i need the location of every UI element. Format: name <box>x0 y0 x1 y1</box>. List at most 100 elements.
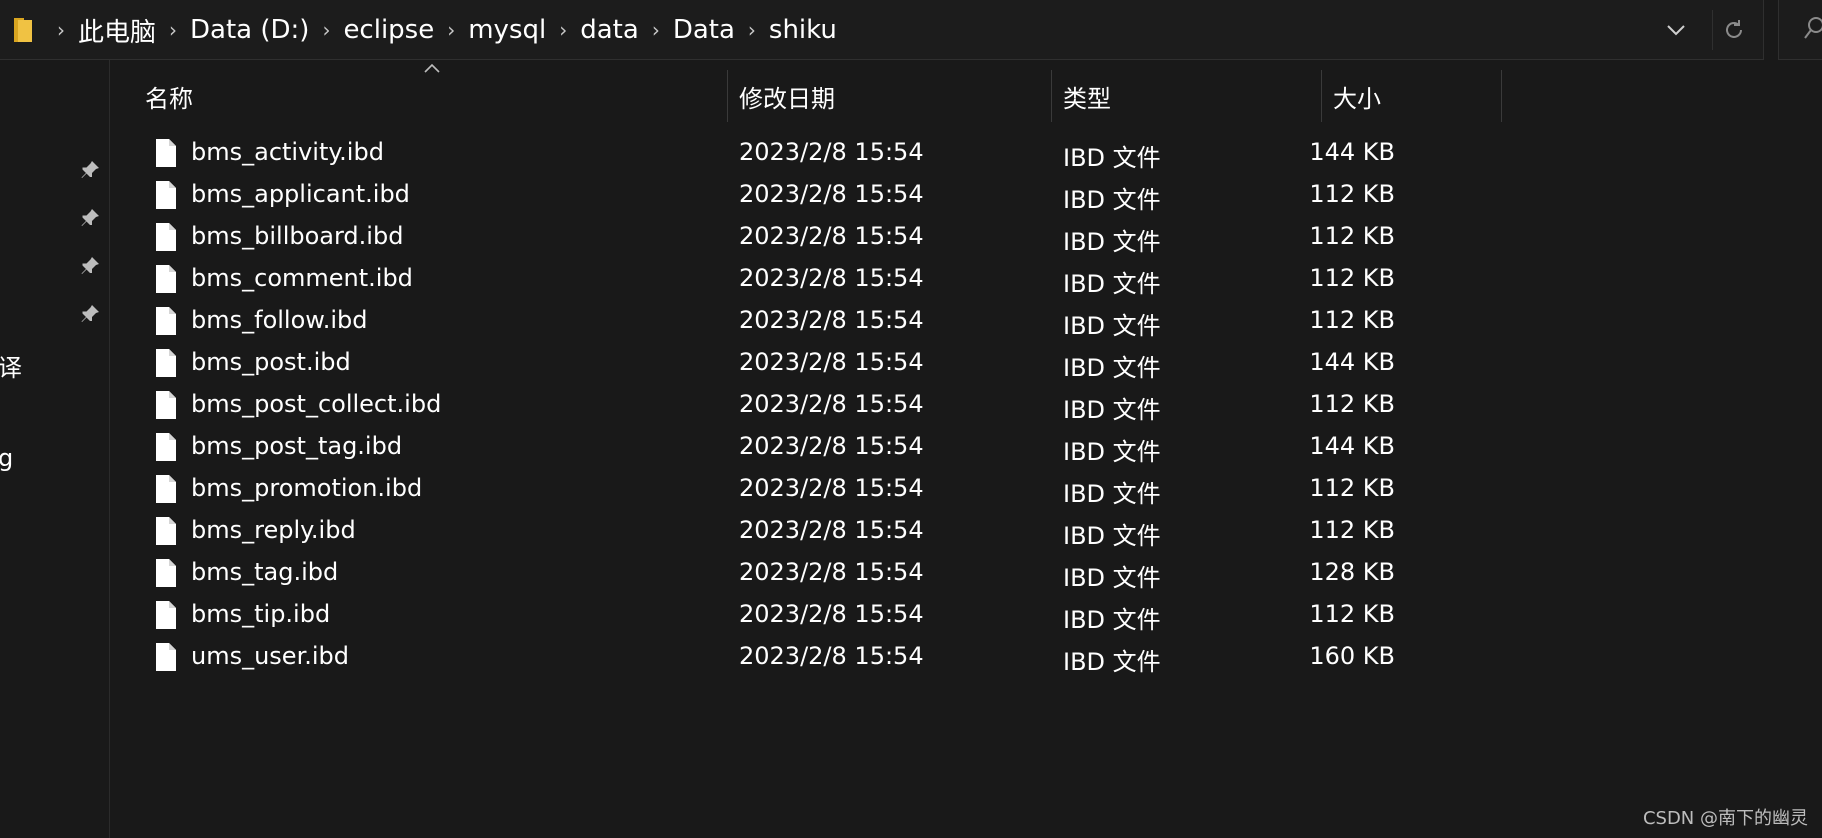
breadcrumb-item-drive-d[interactable]: Data (D:) <box>186 15 313 45</box>
nav-item-truncated-label[interactable]: g <box>0 444 13 472</box>
table-row[interactable]: bms_reply.ibd 2023/2/8 15:54 IBD 文件 112 … <box>111 510 1511 552</box>
file-modified-date: 2023/2/8 15:54 <box>739 390 924 418</box>
file-name[interactable]: ums_user.ibd <box>191 642 349 670</box>
nav-item-truncated-label[interactable]: 译 <box>0 348 22 383</box>
chevron-right-icon[interactable]: › <box>48 18 74 42</box>
chevron-right-icon[interactable]: › <box>160 18 186 42</box>
file-type: IBD 文件 <box>1063 438 1161 466</box>
file-icon <box>156 643 176 671</box>
table-row[interactable]: bms_comment.ibd 2023/2/8 15:54 IBD 文件 11… <box>111 258 1511 300</box>
column-header-name[interactable]: 名称 <box>133 70 727 122</box>
table-row[interactable]: bms_post.ibd 2023/2/8 15:54 IBD 文件 144 K… <box>111 342 1511 384</box>
search-box[interactable] <box>1778 0 1822 60</box>
folder-icon <box>14 18 32 42</box>
file-name[interactable]: bms_comment.ibd <box>191 264 413 292</box>
file-modified-date: 2023/2/8 15:54 <box>739 600 924 628</box>
breadcrumb-item-mysql[interactable]: mysql <box>464 15 550 45</box>
file-name[interactable]: bms_tip.ibd <box>191 600 330 628</box>
file-size: 144 KB <box>1309 348 1395 376</box>
file-type: IBD 文件 <box>1063 606 1161 634</box>
file-modified-date: 2023/2/8 15:54 <box>739 138 924 166</box>
address-history-button[interactable] <box>1656 10 1696 50</box>
file-icon <box>156 391 176 419</box>
file-modified-date: 2023/2/8 15:54 <box>739 642 924 670</box>
file-name[interactable]: bms_billboard.ibd <box>191 222 403 250</box>
file-name[interactable]: bms_follow.ibd <box>191 306 367 334</box>
table-row[interactable]: bms_post_collect.ibd 2023/2/8 15:54 IBD … <box>111 384 1511 426</box>
file-type: IBD 文件 <box>1063 228 1161 256</box>
file-name[interactable]: bms_activity.ibd <box>191 138 384 166</box>
chevron-right-icon[interactable]: › <box>438 18 464 42</box>
column-header-modified[interactable]: 修改日期 <box>727 70 1051 122</box>
file-name[interactable]: bms_post_collect.ibd <box>191 390 441 418</box>
table-row[interactable]: bms_billboard.ibd 2023/2/8 15:54 IBD 文件 … <box>111 216 1511 258</box>
breadcrumb-item-this-pc[interactable]: 此电脑 <box>74 12 160 49</box>
file-type: IBD 文件 <box>1063 312 1161 340</box>
file-size: 112 KB <box>1309 474 1395 502</box>
table-row[interactable]: bms_promotion.ibd 2023/2/8 15:54 IBD 文件 … <box>111 468 1511 510</box>
table-row[interactable]: bms_tag.ibd 2023/2/8 15:54 IBD 文件 128 KB <box>111 552 1511 594</box>
file-name[interactable]: bms_post_tag.ibd <box>191 432 402 460</box>
file-type: IBD 文件 <box>1063 564 1161 592</box>
file-modified-date: 2023/2/8 15:54 <box>739 558 924 586</box>
file-icon <box>156 181 176 209</box>
file-size: 112 KB <box>1309 600 1395 628</box>
table-row[interactable]: bms_activity.ibd 2023/2/8 15:54 IBD 文件 1… <box>111 132 1511 174</box>
file-modified-date: 2023/2/8 15:54 <box>739 474 924 502</box>
pin-icon[interactable] <box>78 302 102 326</box>
file-icon <box>156 559 176 587</box>
file-name[interactable]: bms_promotion.ibd <box>191 474 422 502</box>
chevron-right-icon[interactable]: › <box>313 18 339 42</box>
pin-icon[interactable] <box>78 158 102 182</box>
file-modified-date: 2023/2/8 15:54 <box>739 306 924 334</box>
chevron-right-icon[interactable]: › <box>739 18 765 42</box>
breadcrumb-item-eclipse[interactable]: eclipse <box>339 15 438 45</box>
table-row[interactable]: bms_follow.ibd 2023/2/8 15:54 IBD 文件 112… <box>111 300 1511 342</box>
chevron-down-icon <box>1667 25 1685 36</box>
file-icon <box>156 223 176 251</box>
file-modified-date: 2023/2/8 15:54 <box>739 516 924 544</box>
file-name[interactable]: bms_tag.ibd <box>191 558 338 586</box>
file-rows: bms_activity.ibd 2023/2/8 15:54 IBD 文件 1… <box>111 132 1511 678</box>
file-size: 144 KB <box>1309 138 1395 166</box>
file-icon <box>156 433 176 461</box>
breadcrumb-item-data[interactable]: data <box>576 15 643 45</box>
file-size: 112 KB <box>1309 390 1395 418</box>
file-icon <box>156 139 176 167</box>
file-modified-date: 2023/2/8 15:54 <box>739 222 924 250</box>
file-size: 160 KB <box>1309 642 1395 670</box>
file-list-view[interactable]: 名称 修改日期 类型 大小 bms_activity.ibd 2023/2/8 … <box>111 60 1822 838</box>
pin-icon[interactable] <box>78 254 102 278</box>
file-icon <box>156 307 176 335</box>
file-name[interactable]: bms_reply.ibd <box>191 516 356 544</box>
file-icon <box>156 349 176 377</box>
search-icon <box>1804 17 1822 39</box>
table-row[interactable]: bms_applicant.ibd 2023/2/8 15:54 IBD 文件 … <box>111 174 1511 216</box>
file-name[interactable]: bms_post.ibd <box>191 348 351 376</box>
file-modified-date: 2023/2/8 15:54 <box>739 432 924 460</box>
column-header-type[interactable]: 类型 <box>1051 70 1321 122</box>
refresh-icon <box>1725 20 1742 38</box>
breadcrumb-item-shiku[interactable]: shiku <box>765 15 841 45</box>
pin-icon[interactable] <box>78 206 102 230</box>
navigation-pane[interactable]: 译 g <box>0 60 110 838</box>
breadcrumb-item-data-upper[interactable]: Data <box>669 15 739 45</box>
file-type: IBD 文件 <box>1063 522 1161 550</box>
refresh-button[interactable] <box>1712 10 1754 50</box>
table-row[interactable]: bms_post_tag.ibd 2023/2/8 15:54 IBD 文件 1… <box>111 426 1511 468</box>
file-name[interactable]: bms_applicant.ibd <box>191 180 410 208</box>
file-modified-date: 2023/2/8 15:54 <box>739 180 924 208</box>
table-row[interactable]: bms_tip.ibd 2023/2/8 15:54 IBD 文件 112 KB <box>111 594 1511 636</box>
column-header-size[interactable]: 大小 <box>1321 70 1501 122</box>
table-row[interactable]: ums_user.ibd 2023/2/8 15:54 IBD 文件 160 K… <box>111 636 1511 678</box>
file-type: IBD 文件 <box>1063 354 1161 382</box>
column-divider[interactable] <box>1501 70 1502 122</box>
chevron-right-icon[interactable]: › <box>643 18 669 42</box>
file-icon <box>156 265 176 293</box>
file-icon <box>156 517 176 545</box>
file-type: IBD 文件 <box>1063 396 1161 424</box>
address-bar[interactable]: › 此电脑 › Data (D:) › eclipse › mysql › da… <box>0 0 1764 60</box>
file-type: IBD 文件 <box>1063 648 1161 676</box>
file-size: 112 KB <box>1309 516 1395 544</box>
chevron-right-icon[interactable]: › <box>550 18 576 42</box>
